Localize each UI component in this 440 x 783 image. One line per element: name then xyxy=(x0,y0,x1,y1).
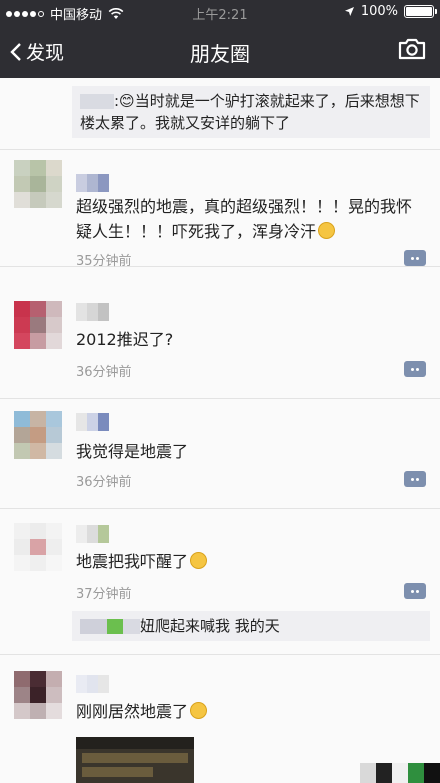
blurred-commenter-name[interactable] xyxy=(80,619,140,634)
post-partial: :😊当时就是一个驴打滚就起来了，后来想想下楼太累了。我就又安详的躺下了 xyxy=(0,78,440,150)
status-right: 100% xyxy=(344,4,437,19)
camera-icon[interactable] xyxy=(398,38,426,60)
avatar[interactable] xyxy=(14,523,62,571)
page-title: 朋友圈 xyxy=(190,42,250,66)
nav-bar: 发现 朋友圈 xyxy=(0,24,440,78)
blurred-username[interactable] xyxy=(76,174,109,192)
post-item: 地震把我吓醒了 37分钟前 妞爬起来喊我 我的天 xyxy=(0,509,440,655)
comment-box: 妞爬起来喊我 我的天 xyxy=(72,611,430,641)
post-item: 刚刚居然地震了 xyxy=(0,655,440,783)
post-item: 我觉得是地震了 36分钟前 xyxy=(0,399,440,509)
post-time: 37分钟前 xyxy=(76,587,132,602)
comment-action-button[interactable] xyxy=(404,471,426,487)
comment-text: 妞爬起来喊我 我的天 xyxy=(140,617,280,635)
post-time: 35分钟前 xyxy=(76,254,132,269)
comment-action-button[interactable] xyxy=(404,583,426,599)
avatar[interactable] xyxy=(14,671,62,719)
post-text: 地震把我吓醒了 xyxy=(76,549,426,574)
post-time: 36分钟前 xyxy=(76,475,132,490)
moments-feed[interactable]: :😊当时就是一个驴打滚就起来了，后来想想下楼太累了。我就又安详的躺下了 超级强烈… xyxy=(0,78,440,783)
post-time: 36分钟前 xyxy=(76,365,132,380)
post-text: 我觉得是地震了 xyxy=(76,442,189,461)
blurred-username[interactable] xyxy=(76,303,109,321)
blurred-username[interactable] xyxy=(76,675,109,693)
blurred-username[interactable] xyxy=(76,525,109,543)
shocked-emoji-icon xyxy=(190,702,208,719)
post-item: 超级强烈的地震，真的超级强烈！！！晃的我怀疑人生！！！吓死我了，浑身冷汗 35分… xyxy=(0,150,440,269)
post-image-thumbnail[interactable] xyxy=(76,737,194,783)
comment-text: :😊当时就是一个驴打滚就起来了，后来想想下楼太累了。我就又安详的躺下了 xyxy=(80,92,420,132)
post-text: 刚刚居然地震了 xyxy=(76,699,426,724)
comment-action-button[interactable] xyxy=(404,250,426,266)
post-item: 2012推迟了? 36分钟前 xyxy=(0,287,440,399)
status-bar: 中国移动 上午2:21 100% xyxy=(0,0,440,24)
top-bar: 中国移动 上午2:21 100% 发现 朋友圈 xyxy=(0,0,440,78)
blurred-commenter-name xyxy=(80,94,114,109)
avatar[interactable] xyxy=(14,160,62,208)
post-text: 超级强烈的地震，真的超级强烈！！！晃的我怀疑人生！！！吓死我了，浑身冷汗 xyxy=(76,197,413,241)
blurred-watermark xyxy=(360,763,440,783)
battery-percent: 100% xyxy=(360,4,398,19)
post-text: 2012推迟了? xyxy=(76,330,174,349)
sad-emoji-icon xyxy=(190,552,208,569)
avatar[interactable] xyxy=(14,301,62,349)
location-arrow-icon xyxy=(344,7,354,16)
comment-box: :😊当时就是一个驴打滚就起来了，后来想想下楼太累了。我就又安详的躺下了 xyxy=(72,86,430,138)
avatar[interactable] xyxy=(14,411,62,459)
blurred-username[interactable] xyxy=(76,413,109,431)
sweat-emoji-icon xyxy=(318,222,336,239)
comment-action-button[interactable] xyxy=(404,361,426,377)
battery-icon xyxy=(404,5,437,18)
